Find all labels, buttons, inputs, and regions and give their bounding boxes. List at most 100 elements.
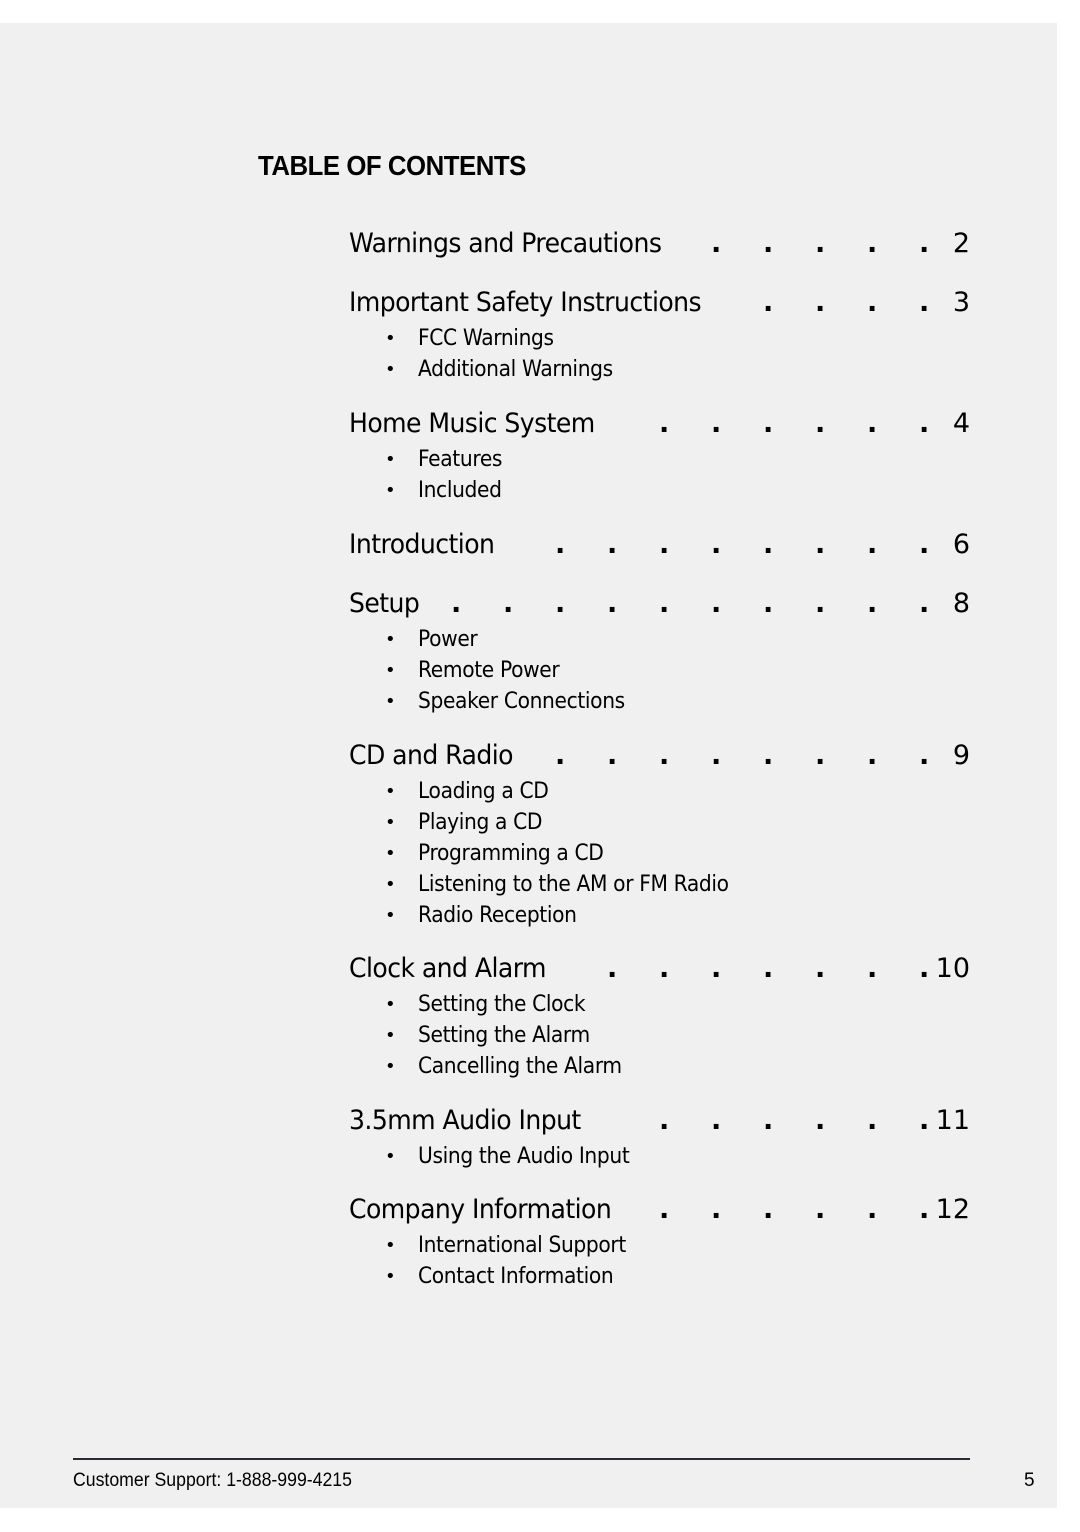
toc-entry-header: Introduction........ 6 [349,529,970,565]
leader-dot: . [919,1105,930,1136]
toc-heading[interactable]: Setup [349,588,420,619]
toc-heading[interactable]: CD and Radio [349,740,514,771]
toc-subitem-label: Remote Power [418,658,560,683]
toc-page-number[interactable]: 4 [953,408,970,439]
leader-dot: . [763,287,774,318]
toc-subitem[interactable]: • Cancelling the Alarm [349,1051,970,1082]
bullet-icon: • [385,1146,396,1167]
toc-entry[interactable]: Home Music System...... 4 • Features • Includ… [349,408,970,506]
toc-subitem[interactable]: • Additional Warnings [349,354,970,385]
leader-dot: . [867,588,878,619]
bullet-icon: • [385,1235,396,1256]
leader-dot: . [867,740,878,771]
leader-dot: . [919,1194,930,1225]
toc-page-number[interactable]: 3 [953,287,970,318]
toc-subitem[interactable]: • Remote Power [349,655,970,686]
toc-subitem[interactable]: • Included [349,475,970,506]
toc-subitem[interactable]: • Contact Information [349,1261,970,1292]
footer-page-number: 5 [1024,1470,1035,1491]
toc-subitem[interactable]: • Power [349,624,970,655]
leader-dot: . [711,1105,722,1136]
toc-subitem-label: Additional Warnings [418,357,613,382]
toc-title: TABLE OF CONTENTS [258,150,526,181]
toc-subitem-label: International Support [418,1233,626,1258]
toc-entry-header: Company Information...... 12 [349,1194,970,1230]
leader-dot: . [867,228,878,259]
toc-entry[interactable]: Clock and Alarm....... 10 • Setting the Clo… [349,953,970,1082]
toc-entry-header: Warnings and Precautions..... 2 [349,228,970,264]
toc-heading[interactable]: Company Information [349,1194,612,1225]
toc-entry-header: Setup.......... 8 [349,588,970,624]
toc-entry-header: Home Music System...... 4 [349,408,970,444]
toc-entry[interactable]: Introduction........ 6 [349,529,970,565]
toc-subitem[interactable]: • FCC Warnings [349,323,970,354]
toc-entry[interactable]: Company Information...... 12 • Internationa… [349,1194,970,1292]
toc-heading[interactable]: Important Safety Instructions [349,287,702,318]
toc-subitem-label: Features [418,447,503,472]
toc-entry[interactable]: CD and Radio........ 9 • Loading a CD • Playi… [349,740,970,931]
toc-subitem[interactable]: • Radio Reception [349,900,970,931]
toc-entry[interactable]: Important Safety Instructions.... 3 • FCC W… [349,287,970,385]
toc-page-number[interactable]: 12 [936,1194,970,1225]
toc-subitem[interactable]: • Programming a CD [349,838,970,869]
toc-entry-header: Clock and Alarm....... 10 [349,953,970,989]
leader-dot: . [711,529,722,560]
bullet-icon: • [385,812,396,833]
toc-entry[interactable]: Warnings and Precautions..... 2 [349,228,970,264]
toc-subitem[interactable]: • Setting the Alarm [349,1020,970,1051]
toc-page-number[interactable]: 10 [936,953,970,984]
toc-subitem[interactable]: • Playing a CD [349,807,970,838]
leader-dot: . [659,953,670,984]
toc-page-number[interactable]: 6 [953,529,970,560]
toc-subitem-label: Programming a CD [418,841,604,866]
toc-page-number[interactable]: 2 [953,228,970,259]
toc-subitem[interactable]: • Loading a CD [349,776,970,807]
toc-heading[interactable]: 3.5mm Audio Input [349,1105,581,1136]
toc-subitem[interactable]: • Features [349,444,970,475]
toc-subitem[interactable]: • Speaker Connections [349,686,970,717]
toc-heading[interactable]: Introduction [349,529,495,560]
leader-dot: . [451,588,462,619]
leader-dot: . [555,529,566,560]
leader-dot: . [867,1105,878,1136]
leader-dot: . [659,1105,670,1136]
toc-page-number[interactable]: 9 [953,740,970,771]
leader-dot: . [659,588,670,619]
toc-entry[interactable]: 3.5mm Audio Input...... 11 • Using the Audi… [349,1105,970,1172]
toc-heading[interactable]: Home Music System [349,408,595,439]
toc-entry[interactable]: Setup.......... 8 • Power • Remote Power • Spea… [349,588,970,717]
toc-subitem[interactable]: • Setting the Clock [349,989,970,1020]
leader-dot: . [815,953,826,984]
toc-entry-header: Important Safety Instructions.... 3 [349,287,970,323]
leader-dot: . [815,1194,826,1225]
toc-subitem-label: Setting the Alarm [418,1023,590,1048]
toc-page-number[interactable]: 11 [936,1105,970,1136]
leader-dot: . [919,228,930,259]
leader-dot: . [919,529,930,560]
bullet-icon: • [385,1266,396,1287]
leader-dot: . [867,287,878,318]
toc-subitem-list: • International Support • Contact Informati… [349,1230,970,1292]
bullet-icon: • [385,874,396,895]
toc-subitem-label: Contact Information [418,1264,614,1289]
leader-dot: . [607,740,618,771]
toc-subitem-label: Cancelling the Alarm [418,1054,622,1079]
toc-subitem[interactable]: • Using the Audio Input [349,1141,970,1172]
leader-dot: . [763,740,774,771]
toc-subitem-label: Loading a CD [418,779,549,804]
toc-subitem-list: • Features • Included [349,444,970,506]
leader-dot: . [711,228,722,259]
toc-heading[interactable]: Warnings and Precautions [349,228,662,259]
toc-subitem-list: • Power • Remote Power • Speaker Connections [349,624,970,717]
leader-dot: . [503,588,514,619]
toc-page-number[interactable]: 8 [953,588,970,619]
toc-subitem[interactable]: • Listening to the AM or FM Radio [349,869,970,900]
toc-entry-header: 3.5mm Audio Input...... 11 [349,1105,970,1141]
toc-subitem-label: Using the Audio Input [418,1144,630,1169]
toc-entry-header: CD and Radio........ 9 [349,740,970,776]
toc-heading[interactable]: Clock and Alarm [349,953,546,984]
leader-dot: . [763,1194,774,1225]
leader-dot: . [659,740,670,771]
toc-subitem[interactable]: • International Support [349,1230,970,1261]
bullet-icon: • [385,629,396,650]
